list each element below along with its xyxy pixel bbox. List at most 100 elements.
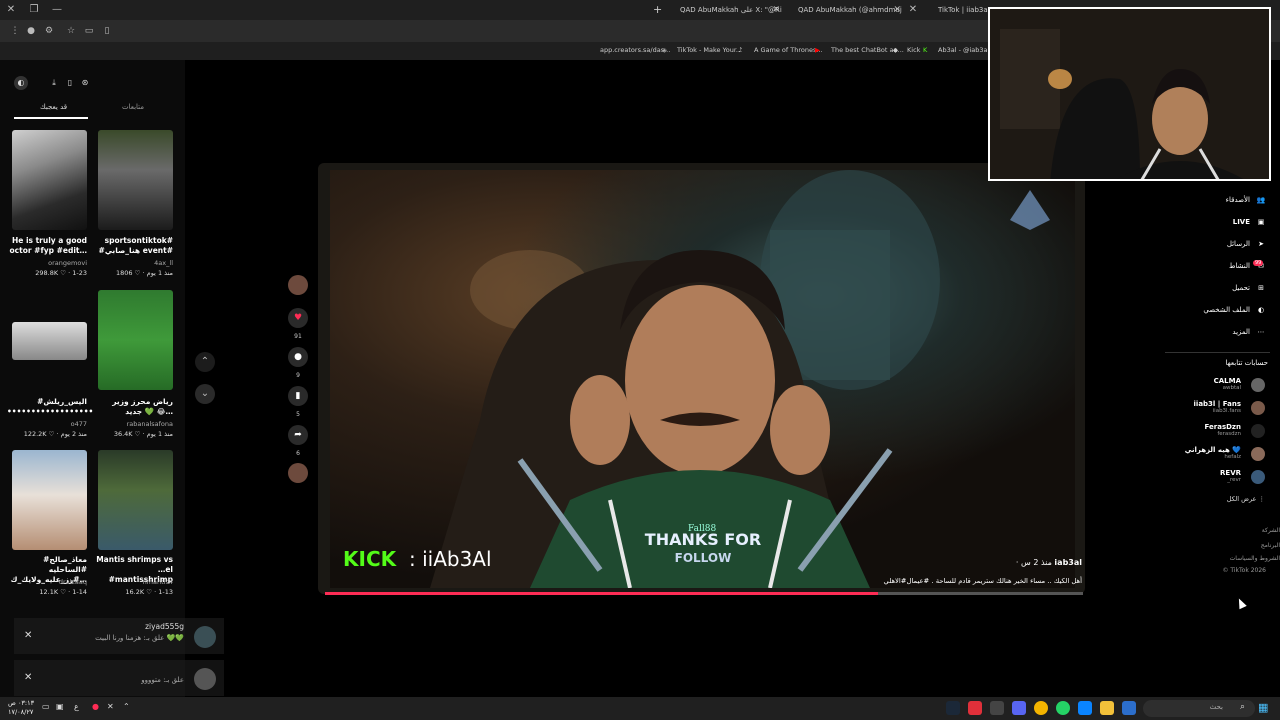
avatar-icon[interactable]: ◐ [14,76,28,90]
extensions-icon[interactable]: ⚙ [42,24,56,38]
settings-icon[interactable]: ⊛ [78,76,92,90]
previous-video-button[interactable]: ⌃ [195,352,215,372]
new-tab-icon[interactable]: + [653,3,662,16]
grid-icon: ⋮ [1258,495,1266,503]
close-window-icon[interactable]: ✕ [4,3,18,17]
folder-icon[interactable] [1100,701,1114,715]
video-thumbnail[interactable] [98,130,173,230]
lang-indicator[interactable]: ع [74,702,79,711]
windows-start-icon[interactable]: ▦ [1258,701,1268,714]
notification-icon[interactable]: ▭ [42,702,50,711]
footer-program[interactable]: البرنامج [1261,542,1280,549]
account-name: CALMA [1213,377,1241,385]
store-icon[interactable] [1122,701,1136,715]
download-icon[interactable]: ⤓ [47,76,61,90]
restore-window-icon[interactable]: ❐ [27,3,41,17]
video-meta: 298.8K ♡ · 1-23 [35,269,87,277]
nav-profile[interactable]: الملف الشخصي ◐ [1203,306,1267,320]
share-icon[interactable]: ➦ [288,425,308,445]
display-icon[interactable]: ▣ [56,702,64,711]
discord-icon[interactable] [1012,701,1026,715]
footer-terms[interactable]: الشروط والسياسات [1230,555,1280,562]
next-video-button[interactable]: ⌄ [195,384,215,404]
video-thumbnail[interactable] [98,290,173,390]
close-tab-icon[interactable]: ✕ [893,2,901,19]
account-handle: _revr [1227,477,1241,483]
author-avatar[interactable] [288,275,308,295]
steam-icon[interactable] [946,701,960,715]
show-all-label: عرض الكل [1226,495,1257,503]
video-author[interactable]: iab3al [1054,558,1082,567]
chevron-up-icon[interactable]: ⌃ [123,702,130,711]
avatar [1251,447,1265,461]
tab-for-you[interactable]: قد يعجبك [40,103,67,111]
following-account[interactable]: FerasDzn ferasdzn [1155,422,1265,442]
bookmark-star-icon[interactable]: ☆ [64,24,78,38]
mic-icon[interactable]: ● [92,702,99,711]
video-author[interactable]: orangemovi [7,259,87,267]
whatsapp-icon[interactable] [1056,701,1070,715]
tab-x-post[interactable]: QAD AbuMakkah على X: "@Ri ✕ [672,2,784,19]
video-thumbnail[interactable] [12,130,87,230]
comment-popup[interactable]: ✕ علق بـ: متوووو [14,660,224,696]
video-title[interactable]: #اليس_ريلش •••••••••••••••••• [7,397,93,417]
account-name: FerasDzn [1204,423,1241,431]
minimize-window-icon[interactable]: — [50,3,64,17]
like-icon[interactable]: ♥ [288,308,308,328]
close-tab-icon[interactable]: ✕ [772,2,780,19]
following-account[interactable]: CALMA awbtal [1155,376,1265,396]
video-thumbnail[interactable] [12,322,87,360]
edge-icon[interactable] [1078,701,1092,715]
comment-icon[interactable]: ● [288,347,308,367]
cast-icon[interactable]: ▭ [82,24,96,38]
nav-friends[interactable]: الأصدقاء 👥 [1226,196,1267,210]
avatar [1251,470,1265,484]
video-author[interactable]: dralzaaq [7,578,87,586]
side-panel-icon[interactable]: ▯ [100,24,114,38]
video-thumbnail[interactable] [98,450,173,550]
nav-messages[interactable]: الرسائل ➤ [1227,240,1267,254]
bookmark-creators[interactable]: app.creators.sa/das... [600,46,670,54]
taskbar-search[interactable]: بحث ⌕ [1143,700,1255,717]
close-popup-icon[interactable]: ✕ [24,630,32,641]
bookmark-tiktok[interactable]: TikTok - Make Your... [677,46,742,54]
tab-following[interactable]: متابعات [122,103,144,111]
tab-tiktok[interactable]: TikTok | iiab3al | K [930,2,988,19]
nav-live[interactable]: LIVE ▣ [1233,218,1267,232]
more-menu-icon[interactable]: ⋮ [8,24,22,38]
bookmark-icon[interactable]: ▮ [288,386,308,406]
video-author[interactable]: 4ax_ll [93,259,173,267]
save-count: 5 [296,411,300,418]
video-author[interactable]: nmantis4 [93,578,173,586]
app-red-icon[interactable] [968,701,982,715]
video-title[interactable]: رياض محرز وزير جديد 💚 😂… [93,397,173,417]
footer-company[interactable]: الشركة [1262,527,1280,534]
profile-avatar-icon[interactable]: ● [24,24,38,38]
video-thumbnail[interactable] [12,450,87,550]
tab-x-profile[interactable]: QAD AbuMakkah (@ahmdmuj ✕ [790,2,905,19]
heart-icon: ♡ [48,430,55,438]
speaker-icon[interactable]: ✕ [107,702,114,711]
video-title[interactable]: He is truly a good octor #fyp #edit… [7,236,87,256]
following-account[interactable]: هيه الزهراني 💙 hefalz [1155,445,1265,465]
video-author[interactable]: o477 [7,420,87,428]
following-account[interactable]: iiab3l | Fans iiab3l.fans [1155,399,1265,419]
nav-upload[interactable]: تحميل ⊞ [1232,284,1267,298]
video-date: منذ 1 يوم [146,269,173,277]
tray-clock[interactable]: ٠٣:١٣ ص ١٧/٠٨/٢٧ [8,699,34,717]
close-tab-icon[interactable]: ✕ [906,3,920,17]
close-popup-icon[interactable]: ✕ [24,672,32,683]
bookmark-got[interactable]: A Game of Thrones... [754,46,823,54]
sound-avatar[interactable] [288,463,308,483]
video-title[interactable]: sportsontiktok# #هنا_صابي event# [93,236,173,256]
following-account[interactable]: REVR _revr [1155,468,1265,488]
heart-icon: ♡ [134,269,141,277]
bookmark-kick[interactable]: Kick [907,46,920,54]
phone-icon[interactable]: ▯ [63,76,77,90]
obs-icon[interactable] [990,701,1004,715]
video-author[interactable]: rabanalsafona [93,420,173,428]
nav-more[interactable]: المزيد ⋯ [1232,328,1267,342]
comment-popup[interactable]: ✕ ziyad555g علق بـ: هزمنا ورنا البيت 💚💚 [14,618,224,654]
show-all-link[interactable]: عرض الكل ⋮ [1227,495,1265,503]
chrome-icon[interactable] [1034,701,1048,715]
